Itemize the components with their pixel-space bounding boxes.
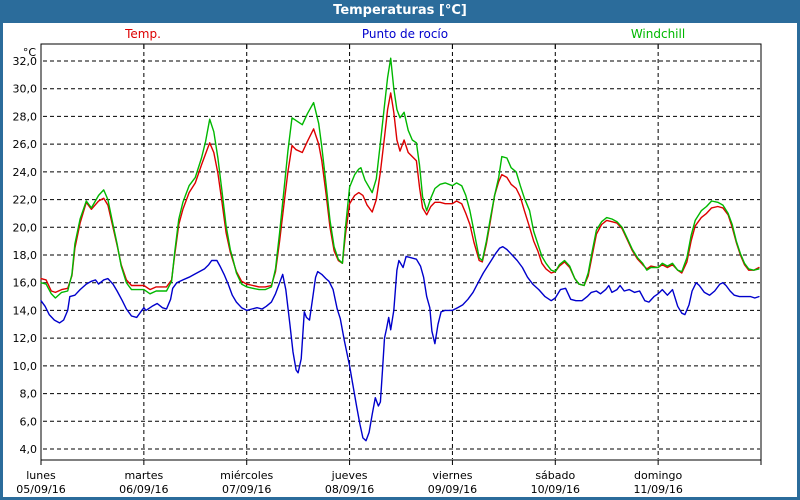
legend-item-dewpoint: Punto de rocío	[362, 27, 448, 41]
legend-item-temp: Temp.	[125, 27, 161, 41]
app-window: Temperaturas [°C] Temp. Punto de rocío W…	[0, 0, 800, 500]
title-bar: Temperaturas [°C]	[0, 0, 800, 23]
window-title: Temperaturas [°C]	[333, 3, 467, 18]
legend-item-windchill: Windchill	[631, 27, 685, 41]
chart-panel: Temp. Punto de rocío Windchill	[3, 23, 797, 497]
